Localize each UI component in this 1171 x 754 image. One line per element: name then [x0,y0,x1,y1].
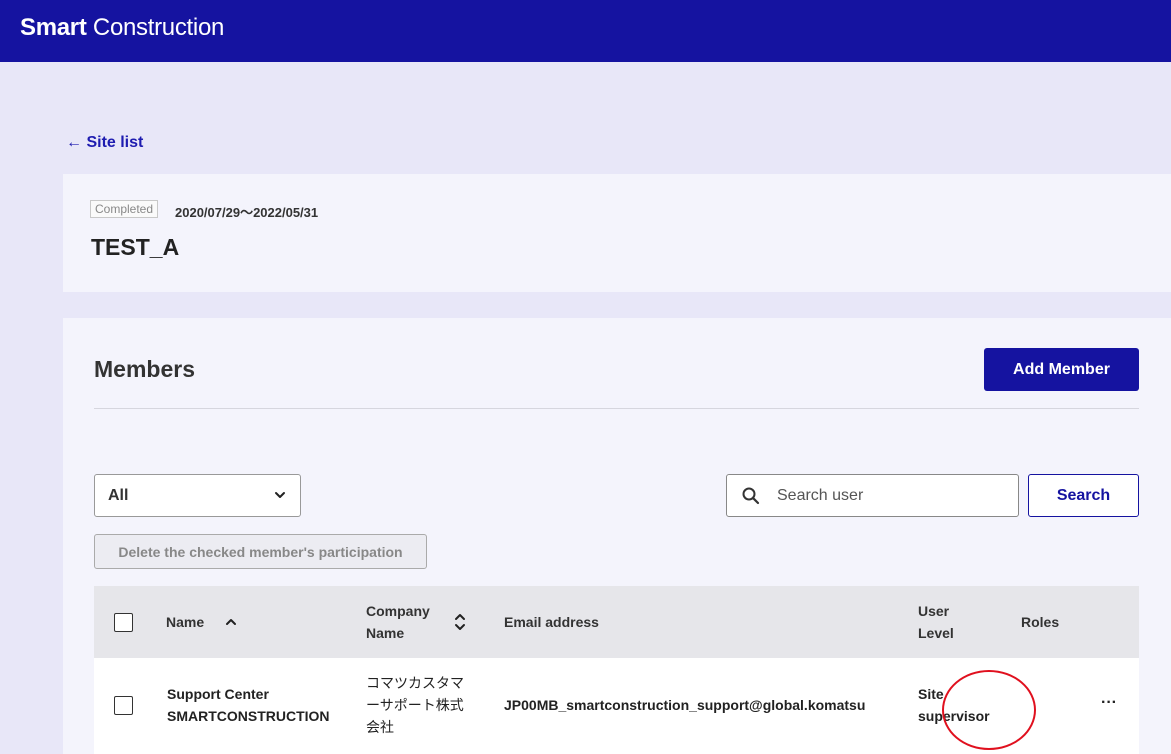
divider [94,408,1139,409]
member-name-line1: Support Center [167,686,269,702]
member-company-line1: コマツカスタマ [366,675,464,691]
member-name-line2: SMARTCONSTRUCTION [167,708,330,724]
sort-toggle-icon[interactable] [453,610,467,634]
member-company-line3: 会社 [366,719,394,735]
column-header-user-level-line1: User [918,603,950,619]
brand-logo[interactable]: Smart Construction [20,14,224,42]
back-to-site-list-link[interactable]: ← Site list [66,134,143,152]
delete-participation-button[interactable]: Delete the checked member's participatio… [94,534,427,569]
member-email: JP00MB_smartconstruction_support@global.… [504,697,866,713]
column-header-roles: Roles [1021,614,1060,630]
sort-ascending-icon[interactable] [224,616,238,628]
members-panel: Members Add Member All Search Delete the… [63,318,1171,754]
member-user-level-line1: Site [918,686,944,702]
search-user-input[interactable] [777,481,1007,511]
status-badge: Completed [90,200,159,218]
table-row: Support Center SMARTCONSTRUCTION コマツカスタマ… [94,658,1139,754]
table-header: Name Company Name Email address User Lev… [94,586,1139,658]
select-all-checkbox[interactable] [114,613,133,632]
column-header-user-level-line2: Level [918,625,954,641]
member-filter-select[interactable]: All [94,474,301,517]
more-options-icon[interactable]: ··· [1101,694,1117,712]
filter-selected-value: All [108,487,129,504]
column-header-email: Email address [504,614,599,630]
search-user-box[interactable] [726,474,1019,517]
column-header-company-line2[interactable]: Name [366,622,404,644]
member-company-line2: ーサポート株式 [366,697,464,713]
add-member-button[interactable]: Add Member [984,348,1139,391]
members-table: Name Company Name Email address User Lev… [94,586,1139,754]
site-period: 2020/07/29～2022/05/31 [175,205,319,220]
site-name: TEST_A [91,234,180,260]
chevron-down-icon [275,492,285,498]
search-button[interactable]: Search [1028,474,1139,517]
column-header-name[interactable]: Name [166,611,204,633]
site-summary-card: Completed 2020/07/29～2022/05/31 TEST_A [63,174,1171,292]
top-bar: Smart Construction [0,0,1171,62]
members-heading: Members [94,356,195,382]
column-header-company-line1[interactable]: Company [366,600,430,622]
row-checkbox[interactable] [114,696,133,715]
search-icon [742,487,760,505]
highlight-circle-annotation [942,670,1036,750]
